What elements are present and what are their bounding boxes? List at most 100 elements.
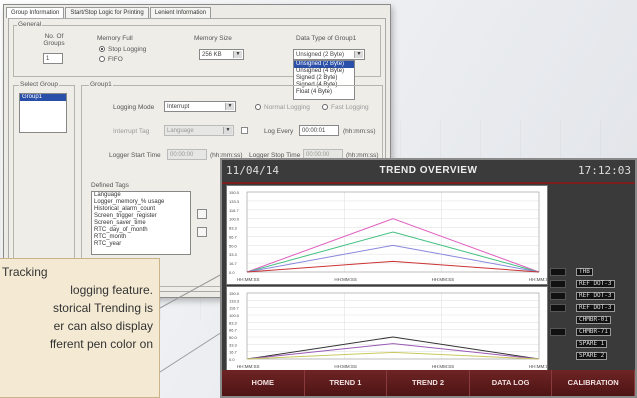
tab-lenient-information[interactable]: Lenient Information [149, 7, 212, 18]
normal-logging-radio[interactable] [255, 104, 261, 110]
memory-full-label: Memory Full [97, 35, 133, 42]
log-every-value: 00:00:01 [302, 128, 326, 134]
legend-label: REF DOT-3 [576, 304, 615, 312]
remove-tag-button[interactable] [197, 227, 207, 237]
data-type-value: Unsigned (2 Byte) [296, 52, 345, 58]
tab-start-stop-logic[interactable]: Start/Stop Logic for Printing [65, 7, 149, 18]
y-tick-label: 116.7 [229, 208, 239, 213]
list-item[interactable]: Screen_saver_time [92, 220, 190, 227]
group1-label: Group1 [89, 81, 113, 88]
pen-swatch [550, 328, 566, 336]
list-item[interactable]: Screen_trigger_register [92, 213, 190, 220]
calibration-button[interactable]: CALIBRATION [552, 370, 635, 396]
y-tick-label: 133.3 [229, 199, 240, 204]
log-every-input[interactable]: 00:00:01 [299, 125, 339, 136]
list-item[interactable]: Group1 [20, 94, 66, 101]
trend-1-button[interactable]: TREND 1 [304, 370, 388, 396]
y-tick-label: 66.7 [229, 234, 238, 239]
stop-logging-radio[interactable] [99, 46, 105, 52]
trend-chart-bottom[interactable]: 150.0 133.3 116.7 100.0 83.3 66.7 50.0 33.3 16.7… [226, 286, 548, 372]
config-tabs: Group Information Start/Stop Logic for P… [6, 7, 212, 18]
chevron-down-icon: ▼ [233, 51, 242, 58]
log-every-label: Log Every [264, 128, 294, 135]
legend-label: REF DOT-3 [576, 280, 615, 288]
callout-line: er can also display [53, 319, 153, 333]
pen-swatch [550, 280, 566, 288]
normal-logging-label: Normal Logging [264, 104, 310, 111]
tab-group-information[interactable]: Group Information [6, 7, 65, 18]
list-item[interactable]: RTC_month [92, 234, 190, 241]
logging-mode-label: Logging Mode [113, 104, 155, 111]
legend-label: SPARE 1 [576, 340, 608, 348]
callout-line: fferent pen color on [49, 337, 153, 351]
data-type-option[interactable]: Unsigned (2 Byte) [294, 61, 354, 68]
list-item[interactable]: Logger_memory_% usage [92, 199, 190, 206]
trend-2-button[interactable]: TREND 2 [387, 370, 470, 396]
no-of-groups-label: No. Of Groups [43, 33, 65, 47]
log-every-unit: (hh:mm:ss) [343, 128, 376, 135]
data-type-option[interactable]: Signed (2 Byte) [294, 75, 354, 82]
home-button[interactable]: HOME [222, 370, 305, 396]
defined-tags-list[interactable]: Language Logger_memory_% usage Historica… [91, 191, 191, 255]
interrupt-tag-select[interactable]: Language ▼ [164, 125, 234, 136]
interrupt-tag-value: Language [167, 128, 194, 134]
trend-overview-panel: 11/04/14 TREND OVERVIEW 17:12:03 150.0 13… [220, 158, 637, 398]
data-log-button[interactable]: DATA LOG [469, 370, 553, 396]
pen-swatch [550, 304, 566, 312]
select-group-list[interactable]: Group1 [19, 93, 67, 133]
y-tick-label: 150.0 [229, 291, 240, 296]
data-type-select[interactable]: Unsigned (2 Byte) ▼ [293, 49, 365, 60]
y-tick-label: 150.0 [229, 190, 240, 195]
x-tick-label: HH:MM:SS [237, 364, 260, 369]
series-line [246, 244, 540, 273]
memory-size-label: Memory Size [194, 35, 232, 42]
x-tick-label: HH:MM:SS [432, 277, 455, 282]
fifo-radio[interactable] [99, 56, 105, 62]
trend-nav-bar: HOME TREND 1 TREND 2 DATA LOG CALIBRATIO… [222, 370, 635, 396]
interrupt-tag-checkbox[interactable] [241, 127, 248, 134]
fast-logging-radio[interactable] [322, 104, 328, 110]
add-tag-button[interactable] [197, 209, 207, 219]
memory-size-select[interactable]: 256 KB ▼ [199, 49, 244, 60]
y-tick-label: 66.7 [229, 328, 238, 333]
y-tick-label: 50.0 [229, 335, 238, 340]
pen-swatch [550, 292, 566, 300]
x-tick-label: HH:MM:SS [334, 364, 357, 369]
callout-line: logging feature. [70, 283, 153, 297]
callout-pointer [159, 273, 223, 373]
pen-swatch [550, 268, 566, 276]
logging-mode-select[interactable]: Interrupt ▼ [164, 101, 236, 112]
logger-start-value: 00:00:00 [170, 152, 194, 158]
y-tick-label: 50.0 [229, 243, 238, 248]
chevron-down-icon: ▼ [225, 103, 234, 110]
fast-logging-label: Fast Logging [331, 104, 369, 111]
list-item[interactable]: Language [92, 192, 190, 199]
callout-line: Tracking [2, 265, 48, 279]
logger-start-input[interactable]: 00:00:00 [167, 149, 207, 160]
logging-mode-value: Interrupt [167, 104, 190, 110]
memory-size-value: 256 KB [202, 52, 222, 58]
trend-clock: 17:12:03 [578, 164, 631, 177]
y-tick-label: 100.0 [229, 217, 240, 222]
y-tick-label: 33.3 [229, 252, 238, 257]
list-item[interactable]: RTC_day_of_month [92, 227, 190, 234]
list-item[interactable]: RTC_year [92, 241, 190, 248]
series-line [246, 336, 540, 360]
y-tick-label: 83.3 [229, 320, 238, 325]
data-type-option[interactable]: Unsigned (4 Byte) [294, 68, 354, 75]
series-line [246, 351, 540, 360]
y-tick-label: 16.7 [229, 350, 238, 355]
fifo-label: FIFO [108, 56, 123, 63]
y-tick-label: 83.3 [229, 226, 238, 231]
legend-label: SPARE 2 [576, 352, 608, 360]
y-tick-label: 133.3 [229, 298, 240, 303]
feature-callout: Tracking logging feature. storical Trend… [0, 258, 160, 398]
series-line [246, 231, 540, 273]
trend-chart-top[interactable]: 150.0 133.3 116.7 100.0 83.3 66.7 50.0 33.3 16.7… [226, 185, 548, 285]
list-item[interactable]: Historical_alarm_count [92, 206, 190, 213]
select-group-label: Select Group [19, 81, 59, 88]
x-tick-label: HH:MM:SS [237, 277, 260, 282]
defined-tags-label: Defined Tags [91, 182, 129, 189]
no-of-groups-spinner[interactable]: 1 [43, 53, 63, 64]
general-title: General [17, 21, 43, 28]
